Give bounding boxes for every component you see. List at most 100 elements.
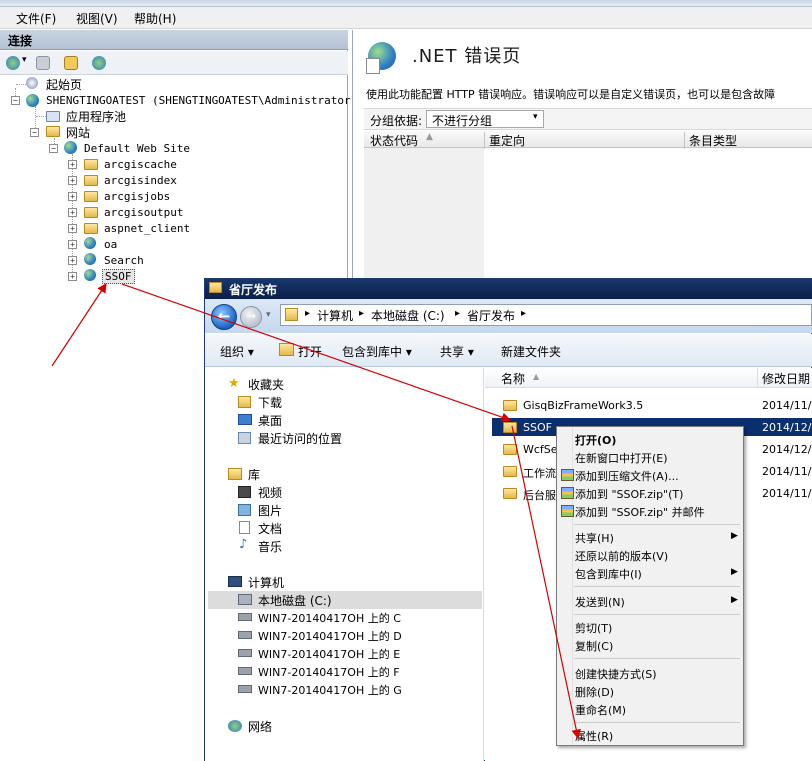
nav-videos[interactable]: 视频 <box>258 484 282 501</box>
explorer-toolbar: 组织 ▾ 打开 包含到库中 ▾ 共享 ▾ 新建文件夹 <box>205 334 812 367</box>
file-name: GisqBizFrameWork3.5 <box>523 399 644 412</box>
organize-label: 组织 <box>220 345 245 359</box>
tree-expand-child[interactable]: + <box>68 208 77 217</box>
nav-libraries[interactable]: 库 <box>248 466 260 483</box>
ctx-delete[interactable]: 删除(D) <box>575 684 614 700</box>
page-doc-icon <box>366 58 380 74</box>
winrar-icon <box>561 505 574 517</box>
nav-music[interactable]: 音乐 <box>258 538 282 555</box>
breadcrumb-folder[interactable]: 省厅发布 <box>467 307 515 324</box>
breadcrumb-computer[interactable]: 计算机 <box>317 307 353 324</box>
column-redirect[interactable]: 重定向 <box>484 132 525 149</box>
up-folder-icon[interactable] <box>64 56 78 70</box>
forward-button[interactable]: → <box>240 306 262 328</box>
address-folder-icon <box>285 308 298 321</box>
menu-help[interactable]: 帮助(H) <box>134 10 176 27</box>
open-button[interactable]: 打开 <box>298 343 322 360</box>
ctx-open[interactable]: 打开(O) <box>575 432 616 448</box>
history-dropdown-icon[interactable]: ▾ <box>266 310 271 320</box>
network-drive-icon <box>238 631 252 639</box>
ctx-send-to[interactable]: 发送到(N) <box>575 594 625 610</box>
tree-expand-child[interactable]: + <box>68 224 77 233</box>
nav-favorites[interactable]: 收藏夹 <box>248 376 284 393</box>
column-status-code[interactable]: 状态代码 <box>370 132 418 149</box>
nav-recent[interactable]: 最近访问的位置 <box>258 430 342 447</box>
connections-title: 连接 <box>0 30 348 50</box>
grid-body <box>364 148 484 278</box>
recent-places-icon <box>238 432 251 444</box>
include-library-button[interactable]: 包含到库中 ▾ <box>342 343 412 360</box>
nav-computer[interactable]: 计算机 <box>248 574 284 591</box>
network-drive-icon <box>238 685 252 693</box>
connect-globe-icon[interactable] <box>6 56 20 70</box>
nav-documents[interactable]: 文档 <box>258 520 282 537</box>
winrar-icon <box>561 469 574 481</box>
ctx-add-archive[interactable]: 添加到压缩文件(A)... <box>575 468 679 484</box>
new-folder-button[interactable]: 新建文件夹 <box>501 343 561 360</box>
page-description: 使用此功能配置 HTTP 错误响应。错误响应可以是自定义错误页，也可以是包含故障 <box>366 88 776 101</box>
ctx-create-shortcut[interactable]: 创建快捷方式(S) <box>575 666 657 682</box>
tree-expand-server[interactable]: − <box>11 96 20 105</box>
open-folder-icon <box>279 343 294 356</box>
tree-start-page-label: 起始页 <box>46 78 83 92</box>
menu-bar: 文件(F) 视图(V) 帮助(H) <box>0 7 812 29</box>
column-name[interactable]: 名称 <box>501 370 525 387</box>
ctx-open-new-window[interactable]: 在新窗口中打开(E) <box>575 450 668 466</box>
save-icon[interactable] <box>36 56 50 70</box>
tree-child-label: oa <box>104 238 118 251</box>
network-drive-icon <box>238 667 252 675</box>
column-modified[interactable]: 修改日期 <box>762 370 810 387</box>
group-by-select[interactable]: 不进行分组 ▾ <box>426 110 544 128</box>
folder-icon <box>503 422 517 433</box>
folder-icon <box>84 207 98 218</box>
ctx-restore-versions[interactable]: 还原以前的版本(V) <box>575 548 668 564</box>
ctx-include-library[interactable]: 包含到库中(I) <box>575 566 642 582</box>
tree-expand-child[interactable]: + <box>68 240 77 249</box>
nav-pictures[interactable]: 图片 <box>258 502 282 519</box>
nav-net-drive[interactable]: WIN7-20140417OH 上的 E <box>258 646 400 662</box>
ctx-cut[interactable]: 剪切(T) <box>575 620 612 636</box>
pictures-icon <box>238 504 251 516</box>
nav-desktop[interactable]: 桌面 <box>258 412 282 429</box>
nav-network[interactable]: 网络 <box>248 718 272 735</box>
nav-downloads[interactable]: 下载 <box>258 394 282 411</box>
disconnect-icon[interactable] <box>92 56 106 70</box>
tree-expand-child[interactable]: + <box>68 176 77 185</box>
navigation-pane <box>205 368 484 761</box>
ctx-rename[interactable]: 重命名(M) <box>575 702 626 718</box>
address-bar[interactable]: ▸ 计算机 ▸ 本地磁盘 (C:) ▸ 省厅发布 ▸ <box>280 304 812 326</box>
ctx-copy[interactable]: 复制(C) <box>575 638 613 654</box>
tree-expand-child[interactable]: + <box>68 192 77 201</box>
tree-expand-default-site[interactable]: − <box>49 144 58 153</box>
tree-expand-child[interactable]: + <box>68 160 77 169</box>
ctx-share[interactable]: 共享(H) <box>575 530 614 546</box>
column-entry-type[interactable]: 条目类型 <box>684 132 737 149</box>
organize-button[interactable]: 组织 ▾ <box>220 343 254 360</box>
file-name: 后台服 <box>523 489 556 502</box>
tree-child-label: SSOF <box>102 269 135 284</box>
tree-app-pools-label: 应用程序池 <box>66 110 127 124</box>
menu-view[interactable]: 视图(V) <box>76 10 118 27</box>
tree-expand-child[interactable]: + <box>68 256 77 265</box>
dropdown-arrow-icon[interactable]: ▾ <box>22 55 27 65</box>
folder-icon <box>503 466 517 477</box>
breadcrumb-local-disk[interactable]: 本地磁盘 (C:) <box>371 307 445 324</box>
nav-net-drive[interactable]: WIN7-20140417OH 上的 C <box>258 610 401 626</box>
ctx-add-zip[interactable]: 添加到 "SSOF.zip"(T) <box>575 486 683 502</box>
share-button[interactable]: 共享 ▾ <box>440 343 474 360</box>
menu-file[interactable]: 文件(F) <box>16 10 56 27</box>
libraries-icon <box>228 468 242 480</box>
window-top-edge <box>0 0 812 7</box>
tree-expand-sites[interactable]: − <box>30 128 39 137</box>
back-button[interactable]: ← <box>211 304 237 330</box>
website-globe-icon <box>64 141 77 154</box>
nav-net-drive[interactable]: WIN7-20140417OH 上的 F <box>258 664 400 680</box>
ctx-properties[interactable]: 属性(R) <box>575 728 613 744</box>
nav-net-drive[interactable]: WIN7-20140417OH 上的 G <box>258 682 402 698</box>
nav-net-drive[interactable]: WIN7-20140417OH 上的 D <box>258 628 402 644</box>
network-drive-icon <box>238 649 252 657</box>
ctx-add-zip-email[interactable]: 添加到 "SSOF.zip" 并邮件 <box>575 504 705 520</box>
tree-expand-child[interactable]: + <box>68 272 77 281</box>
file-date: 2014/11/ <box>762 399 812 412</box>
nav-local-disk[interactable]: 本地磁盘 (C:) <box>258 592 332 609</box>
